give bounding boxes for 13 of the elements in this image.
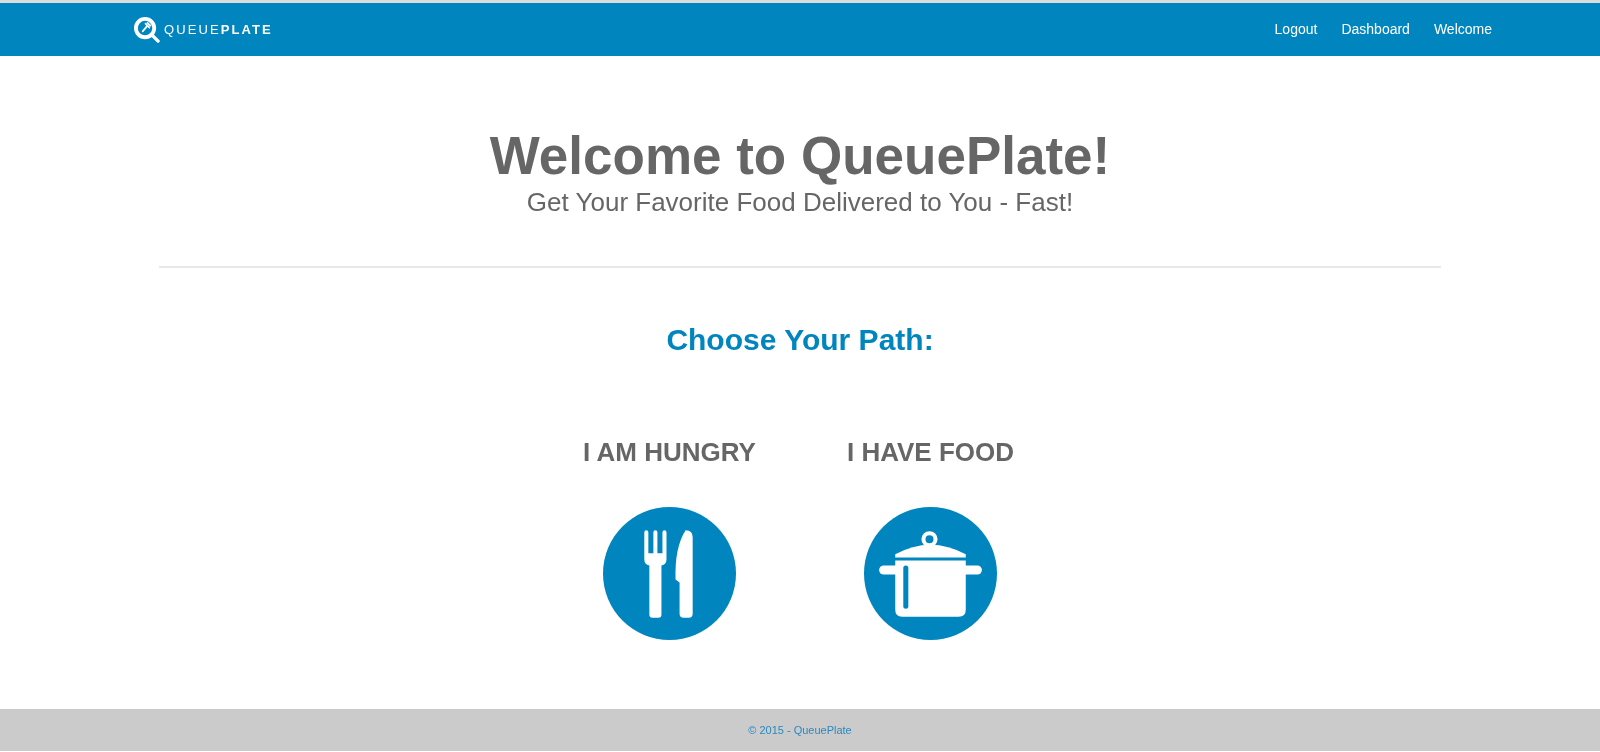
logo-icon[interactable] (133, 16, 160, 43)
nav-link[interactable]: Dashboard (1341, 19, 1410, 40)
section-heading: Choose Your Path: (666, 322, 934, 358)
nav-link[interactable]: Welcome (1433, 19, 1492, 40)
page-title: Welcome to QueuePlate! (489, 126, 1111, 186)
option-label: I HAVE FOOD (846, 437, 1015, 467)
logo-text[interactable]: QUEUEPLATE (164, 19, 273, 40)
nav-link[interactable]: Logout (1274, 19, 1318, 40)
page-subtitle: Get Your Favorite Food Delivered to You - Fast! (526, 186, 1074, 218)
cooking-pot-icon[interactable] (864, 507, 997, 640)
fork-and-knife-icon[interactable] (603, 507, 736, 640)
option-label: I AM HUNGRY (583, 437, 756, 467)
copyright-text: © 2015 - QueuePlate (748, 722, 852, 738)
